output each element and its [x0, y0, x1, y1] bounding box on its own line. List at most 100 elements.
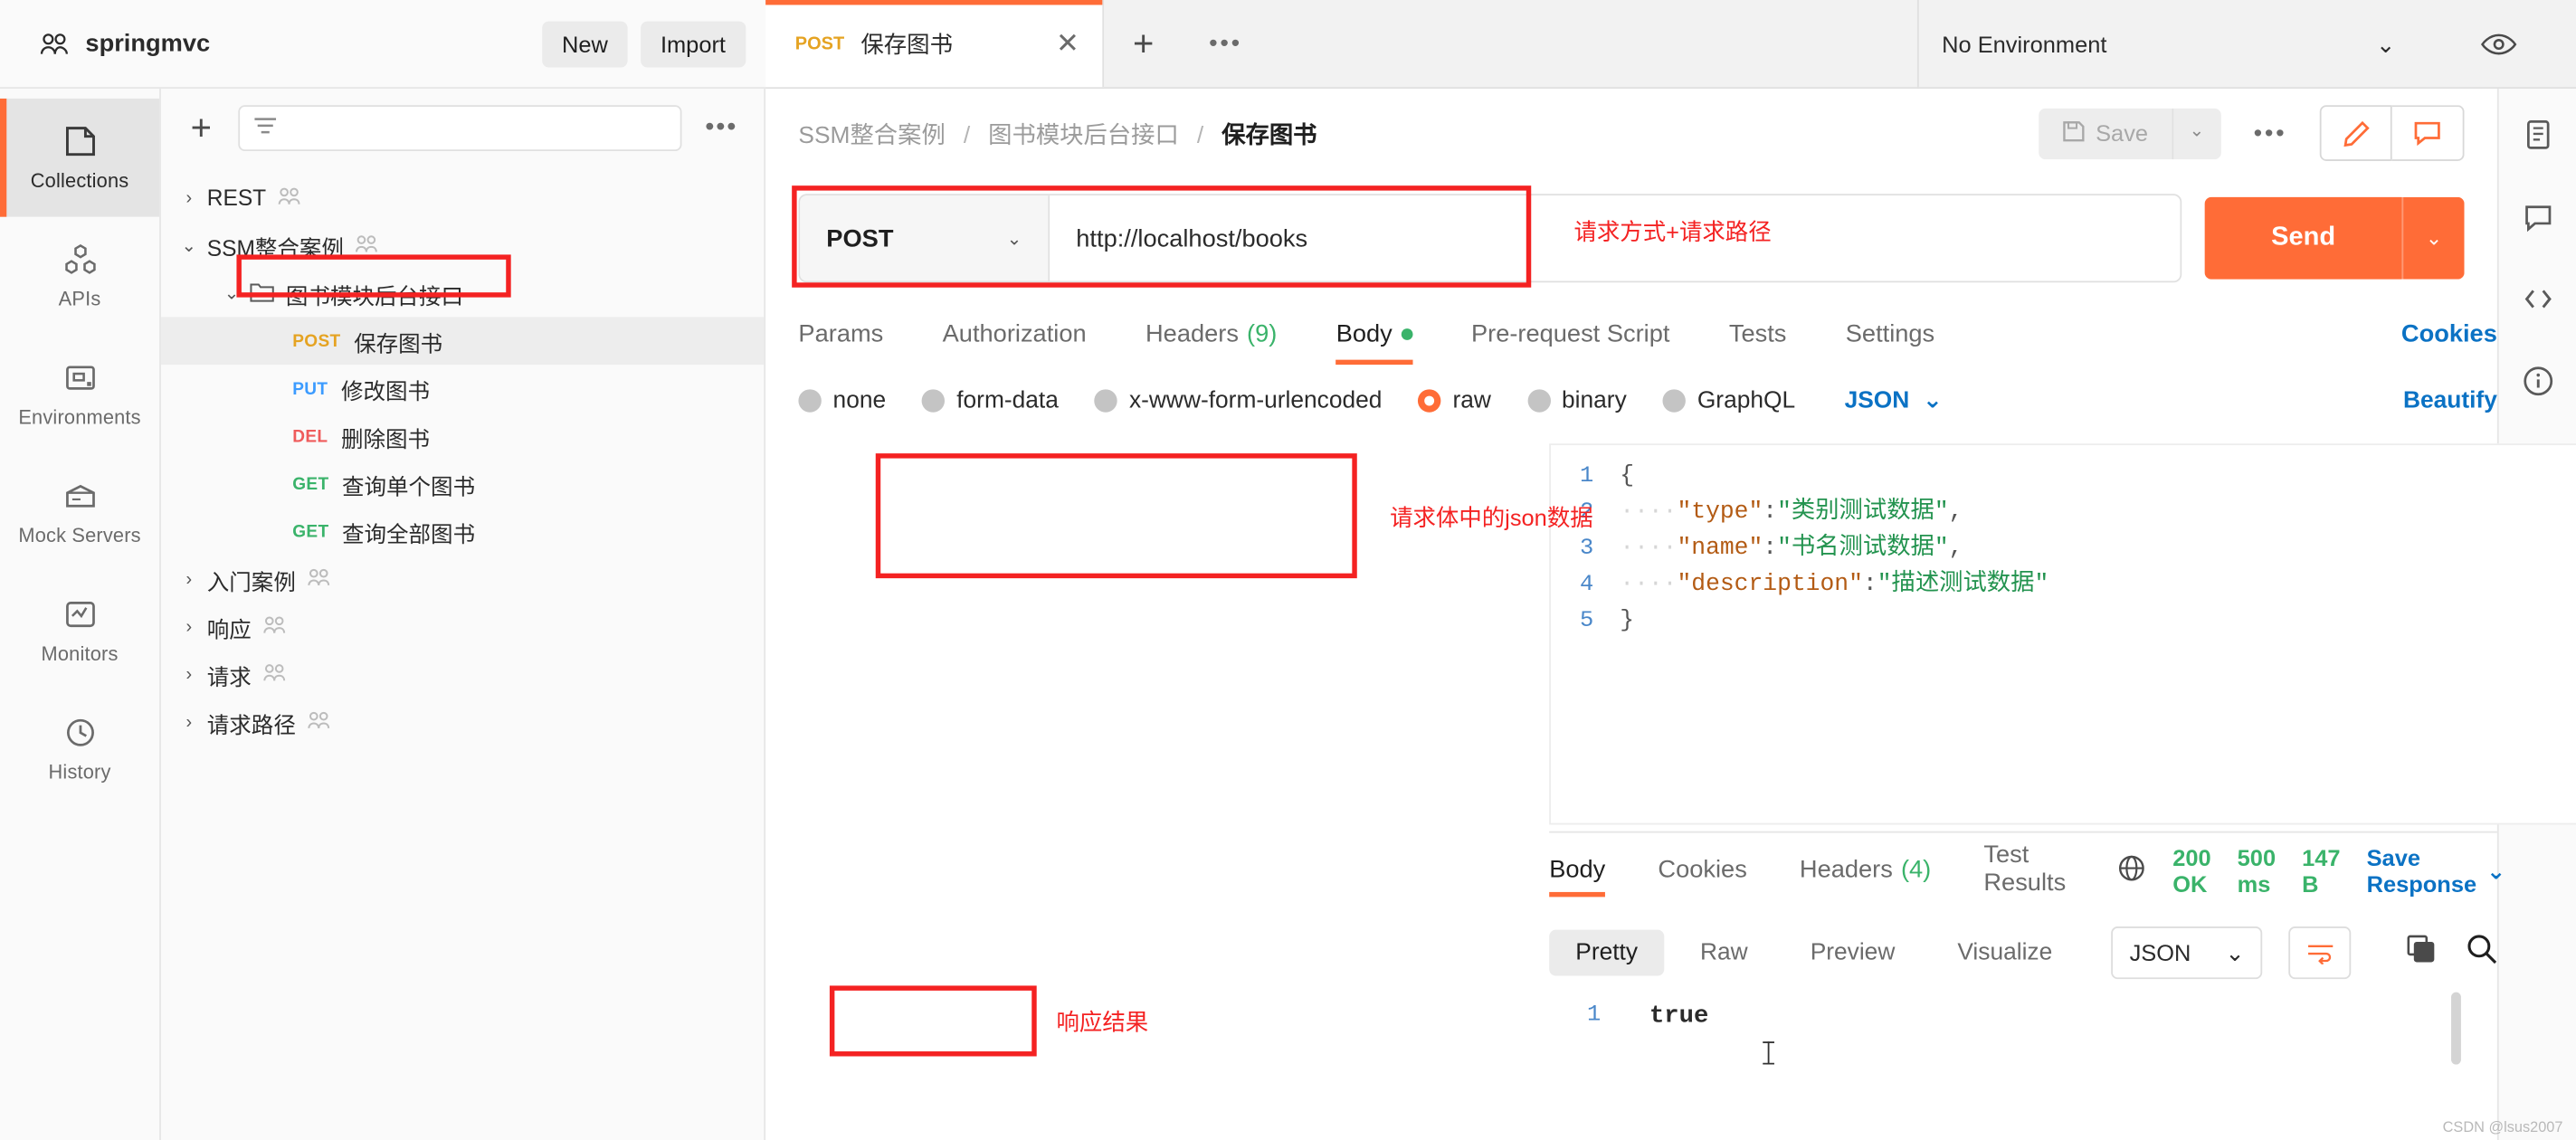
save-response-button[interactable]: Save Response ⌄ — [2367, 844, 2506, 897]
body-type-x-www-form-urlencoded[interactable]: x-www-form-urlencoded — [1094, 387, 1383, 414]
raw-format-selector[interactable]: JSON ⌄ — [1845, 388, 1943, 414]
body-type-label: x-www-form-urlencoded — [1128, 387, 1383, 414]
rail-item-apis[interactable]: APIs — [0, 217, 159, 336]
environment-selector[interactable]: No Environment ⌄ — [1916, 0, 2419, 90]
chevron-down-icon[interactable]: ⌄ — [214, 282, 250, 304]
request-tab-body[interactable]: Body — [1336, 320, 1412, 366]
request-tab-method: POST — [794, 33, 845, 54]
environment-quick-look-button[interactable] — [2481, 0, 2517, 89]
chevron-right-icon[interactable]: › — [171, 664, 207, 684]
shared-icon — [252, 614, 286, 639]
tree-request-item[interactable]: PUT 修改图书 — [161, 365, 764, 413]
tree-request-item[interactable]: DEL 删除图书 — [161, 413, 764, 461]
tree-collection-item[interactable]: › 响应 — [161, 603, 764, 651]
tree-folder-item[interactable]: ⌄ 图书模块后台接口 — [161, 270, 764, 318]
tree-collection-item[interactable]: › 请求 — [161, 651, 764, 698]
response-format-selector[interactable]: JSON ⌄ — [2111, 926, 2263, 980]
chevron-right-icon[interactable]: › — [171, 712, 207, 732]
request-tab-pre-request-script[interactable]: Pre-request Script — [1471, 320, 1670, 365]
body-type-none[interactable]: none — [798, 388, 886, 414]
editor-token: : — [1862, 571, 1877, 598]
add-collection-button[interactable]: + — [181, 109, 222, 147]
tree-request-item[interactable]: GET 查询单个图书 — [161, 460, 764, 508]
tree-item-label: 查询全部图书 — [342, 521, 476, 546]
body-type-graphql[interactable]: GraphQL — [1662, 388, 1795, 414]
chevron-right-icon[interactable]: › — [171, 188, 207, 208]
request-tab-tests[interactable]: Tests — [1729, 320, 1787, 365]
response-tab-headers[interactable]: Headers (4) — [1800, 855, 1931, 896]
watermark: CSDN @lsus2007 — [2442, 1118, 2563, 1135]
tree-collection-item[interactable]: › 请求路径 — [161, 698, 764, 746]
sidebar-more-button[interactable]: ••• — [699, 113, 744, 143]
sidebar-filter-input[interactable] — [238, 105, 682, 152]
rail-item-environments[interactable]: Environments — [0, 335, 159, 453]
breadcrumb-part-1[interactable]: 图书模块后台接口 — [988, 122, 1179, 148]
rail-item-collections[interactable]: Collections — [0, 98, 160, 217]
response-body[interactable]: 1 true — [1587, 992, 2465, 1091]
request-tab-settings[interactable]: Settings — [1846, 320, 1934, 365]
request-tab-authorization[interactable]: Authorization — [943, 320, 1087, 365]
response-tab-cookies[interactable]: Cookies — [1658, 855, 1746, 896]
editor-line: } — [1620, 603, 2576, 639]
tree-collection-item[interactable]: ⌄ SSM整合案例 — [161, 222, 764, 270]
editor-code[interactable]: {····"type":"类别测试数据", ····"name":"书名测试数据"… — [1607, 445, 2576, 823]
wrap-lines-button[interactable] — [2288, 926, 2352, 980]
tree-collection-item[interactable]: › REST — [161, 174, 764, 222]
response-divider — [1549, 831, 2497, 833]
response-tab-label: Test Results — [1983, 841, 2067, 898]
request-tabstrip: POST 保存图书 ✕ + ••• No Environment ⌄ — [765, 0, 2576, 90]
comment-request-button[interactable] — [2391, 105, 2465, 161]
beautify-button[interactable]: Beautify — [2403, 388, 2497, 414]
send-button[interactable]: Send — [2204, 196, 2402, 280]
response-format-visualize[interactable]: Visualize — [1931, 930, 2078, 976]
tree-request-item[interactable]: POST 保存图书 — [160, 317, 765, 366]
chevron-right-icon[interactable]: › — [171, 617, 207, 637]
tab-options-button[interactable]: ••• — [1183, 0, 1268, 87]
new-tab-button[interactable]: + — [1104, 0, 1183, 87]
code-icon[interactable] — [2521, 282, 2553, 315]
response-tab-test-results[interactable]: Test Results — [1983, 841, 2066, 910]
rail-item-monitors[interactable]: Monitors — [0, 572, 159, 690]
info-icon[interactable] — [2521, 365, 2553, 397]
search-icon[interactable] — [2466, 933, 2497, 973]
edit-request-button[interactable] — [2319, 105, 2392, 161]
close-icon[interactable]: ✕ — [1056, 30, 1079, 58]
response-scrollbar[interactable] — [2451, 992, 2461, 1065]
chevron-down-icon[interactable]: ⌄ — [171, 235, 207, 256]
annotation-box-response-result — [829, 985, 1037, 1057]
request-tab-headers[interactable]: Headers (9) — [1145, 320, 1277, 365]
response-tab-body[interactable]: Body — [1549, 855, 1606, 897]
copy-icon[interactable] — [2405, 933, 2436, 973]
tree-request-item[interactable]: GET 查询全部图书 — [161, 508, 764, 556]
rail-item-history[interactable]: History — [0, 690, 159, 809]
editor-token: "书名测试数据" — [1777, 535, 1949, 562]
body-present-dot-icon — [1400, 328, 1412, 340]
comments-icon[interactable] — [2521, 201, 2553, 233]
body-type-raw[interactable]: raw — [1418, 388, 1491, 414]
editor-token: , — [1948, 499, 1963, 527]
editor-token: "描述测试数据" — [1877, 571, 2049, 598]
documentation-icon[interactable] — [2521, 119, 2553, 151]
topbar-actions: New Import — [542, 0, 746, 89]
request-tab-active[interactable]: POST 保存图书 ✕ — [765, 0, 1105, 88]
chevron-right-icon[interactable]: › — [171, 569, 207, 589]
body-type-form-data[interactable]: form-data — [922, 388, 1059, 414]
rail-item-mock-servers[interactable]: Mock Servers — [0, 453, 159, 572]
save-options-button[interactable]: ⌄ — [2171, 107, 2221, 159]
request-method-badge: GET — [292, 521, 329, 542]
request-more-button[interactable]: ••• — [2238, 119, 2304, 147]
tree-collection-item[interactable]: › 入门案例 — [161, 556, 764, 603]
new-button[interactable]: New — [542, 21, 628, 68]
cookies-link[interactable]: Cookies — [2401, 320, 2497, 365]
body-type-binary[interactable]: binary — [1526, 388, 1627, 414]
method-selector[interactable]: POST ⌄ — [800, 195, 1050, 281]
response-format-preview[interactable]: Preview — [1784, 930, 1922, 976]
send-options-button[interactable]: ⌄ — [2401, 196, 2465, 280]
request-body-editor[interactable]: 12345 {····"type":"类别测试数据", ····"name":"书… — [1549, 443, 2576, 825]
request-tab-params[interactable]: Params — [798, 320, 883, 365]
breadcrumb-part-0[interactable]: SSM整合案例 — [798, 122, 945, 148]
response-format-pretty[interactable]: Pretty — [1549, 929, 1665, 976]
import-button[interactable]: Import — [641, 21, 746, 68]
save-button[interactable]: Save — [2038, 107, 2172, 159]
response-format-raw[interactable]: Raw — [1674, 930, 1774, 976]
